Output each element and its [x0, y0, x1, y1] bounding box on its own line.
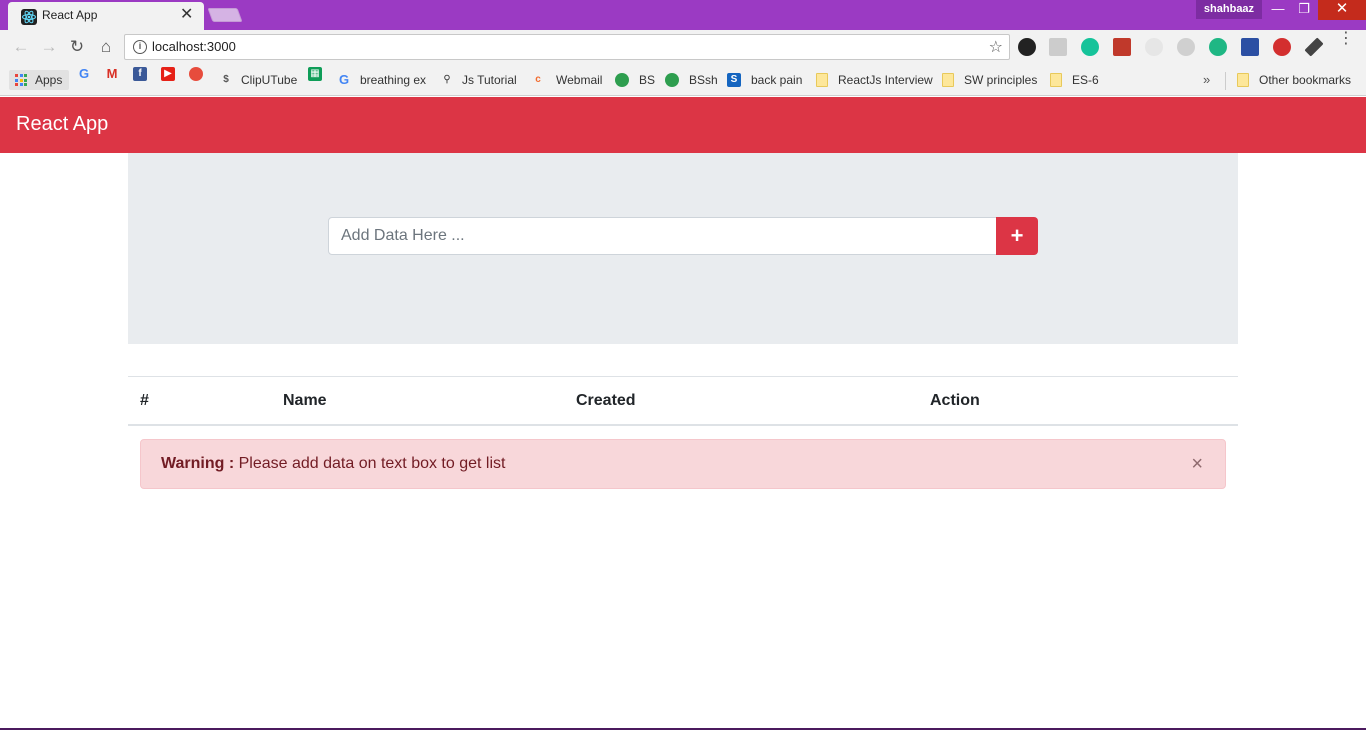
bookmark-breathing[interactable]: G breathing ex: [337, 70, 426, 90]
bookmark-folder-reactjs[interactable]: ReactJs Interview: [816, 70, 933, 90]
bookmark-apps[interactable]: Apps: [9, 70, 69, 90]
magnifier-icon: ⚲: [443, 74, 451, 85]
bookmark-star-icon[interactable]: ☆: [989, 37, 1003, 57]
bookmark-js-tutorial[interactable]: ⚲ Js Tutorial: [440, 70, 517, 90]
browser-titlebar: React App ✕ shahbaaz — ❐ ✕: [0, 0, 1366, 30]
folder-icon: [1050, 73, 1062, 87]
globe-icon: [665, 73, 679, 87]
alert-text: Warning : Please add data on text box to…: [161, 455, 505, 473]
bookmark-clipu[interactable]: $ ClipUTube: [219, 70, 297, 90]
window-close-icon[interactable]: ✕: [1318, 0, 1366, 20]
bookmark-label: breathing ex: [360, 73, 427, 87]
page-content: React App + # Name Created Action Warnin…: [0, 97, 1366, 730]
profile-button[interactable]: shahbaaz: [1196, 0, 1262, 19]
bookmark-webmail[interactable]: c Webmail: [531, 70, 602, 90]
extension-icon[interactable]: [1018, 38, 1036, 56]
menu-icon[interactable]: ⋮: [1338, 31, 1354, 47]
data-table: # Name Created Action Warning : Please a…: [128, 376, 1238, 489]
bookmark-label: Webmail: [556, 73, 603, 87]
column-header-number: #: [140, 392, 149, 409]
minimize-icon[interactable]: —: [1265, 0, 1291, 20]
bookmark-icon[interactable]: [189, 67, 203, 81]
bookmark-bssh[interactable]: BSsh: [665, 70, 718, 90]
clip-icon: $: [223, 74, 229, 85]
bookmark-bs[interactable]: BS: [615, 70, 655, 90]
folder-icon: [942, 73, 954, 87]
extension-icon[interactable]: [1145, 38, 1163, 56]
address-bar[interactable]: i localhost:3000 ☆: [124, 34, 1010, 60]
table-header: # Name Created Action: [128, 376, 1238, 426]
add-data-input[interactable]: [328, 217, 997, 255]
extension-icon[interactable]: [1113, 38, 1131, 56]
folder-icon: [816, 73, 828, 87]
add-button[interactable]: +: [996, 217, 1038, 255]
bookmark-label: ReactJs Interview: [838, 73, 933, 87]
app-brand[interactable]: React App: [16, 113, 108, 136]
react-logo-icon: [21, 9, 37, 25]
column-header-name: Name: [283, 392, 327, 409]
tab-close-icon[interactable]: ✕: [180, 6, 193, 24]
add-data-form: +: [328, 217, 1038, 255]
bookmark-folder-es6[interactable]: ES-6: [1050, 70, 1099, 90]
column-header-created: Created: [576, 392, 636, 409]
google-icon: G: [338, 72, 350, 87]
browser-toolbar: ← → ↻ ⌂ i localhost:3000 ☆ ⋮: [0, 30, 1366, 64]
app-navbar: React App: [0, 97, 1366, 153]
bookmark-label: SW principles: [964, 73, 1038, 87]
globe-icon: [615, 73, 629, 87]
plus-icon: +: [1010, 223, 1024, 248]
browser-tab[interactable]: React App ✕: [8, 2, 204, 30]
apps-grid-icon: [15, 74, 27, 86]
extension-icon[interactable]: [1049, 38, 1067, 56]
info-icon[interactable]: i: [133, 40, 147, 54]
bookmarks-bar: Apps G M f ▶ $ ClipUTube ▦ G breathing e…: [0, 64, 1366, 96]
sheets-icon[interactable]: ▦: [308, 67, 322, 81]
bookmark-folder-sw[interactable]: SW principles: [942, 70, 1037, 90]
grammarly-icon[interactable]: [1081, 38, 1099, 56]
bookmark-back-pain[interactable]: S back pain: [727, 70, 802, 90]
url-text[interactable]: localhost:3000: [152, 39, 236, 54]
forward-arrow-icon[interactable]: →: [38, 36, 60, 58]
bookmarks-overflow-icon[interactable]: »: [1203, 70, 1210, 90]
bookmark-label: back pain: [751, 73, 803, 87]
extension-icon[interactable]: [1177, 38, 1195, 56]
alert-message: Please add data on text box to get list: [234, 455, 506, 472]
bookmark-label: Js Tutorial: [462, 73, 517, 87]
bookmark-label: BSsh: [689, 73, 718, 87]
divider: [1225, 72, 1226, 90]
s-icon: S: [727, 73, 741, 87]
tab-title: React App: [42, 8, 98, 22]
folder-icon: [1237, 73, 1249, 87]
extension-icon[interactable]: [1209, 38, 1227, 56]
reload-icon[interactable]: ↻: [66, 36, 88, 58]
pen-icon[interactable]: [1304, 37, 1324, 57]
bookmark-label: Other bookmarks: [1259, 73, 1352, 87]
google-icon[interactable]: G: [77, 67, 91, 81]
back-arrow-icon[interactable]: ←: [10, 36, 32, 58]
input-panel: +: [128, 153, 1238, 344]
alert-label: Warning :: [161, 455, 235, 472]
bookmark-other[interactable]: Other bookmarks: [1237, 70, 1351, 90]
gmail-icon[interactable]: M: [105, 67, 119, 81]
new-tab-button[interactable]: [207, 8, 243, 22]
warning-alert: Warning : Please add data on text box to…: [140, 439, 1226, 489]
restore-icon[interactable]: ❐: [1291, 0, 1317, 20]
home-icon[interactable]: ⌂: [95, 36, 117, 58]
extension-icon[interactable]: [1273, 38, 1291, 56]
cpanel-icon: c: [535, 74, 541, 85]
bookmark-label: ES-6: [1072, 73, 1099, 87]
bookmark-label: BS: [639, 73, 656, 87]
facebook-icon[interactable]: f: [133, 67, 147, 81]
bookmark-label: Apps: [35, 73, 63, 87]
column-header-action: Action: [930, 392, 980, 409]
alert-close-icon[interactable]: ×: [1191, 454, 1203, 474]
youtube-icon[interactable]: ▶: [161, 67, 175, 81]
bookmark-label: ClipUTube: [241, 73, 298, 87]
extension-icon[interactable]: [1241, 38, 1259, 56]
